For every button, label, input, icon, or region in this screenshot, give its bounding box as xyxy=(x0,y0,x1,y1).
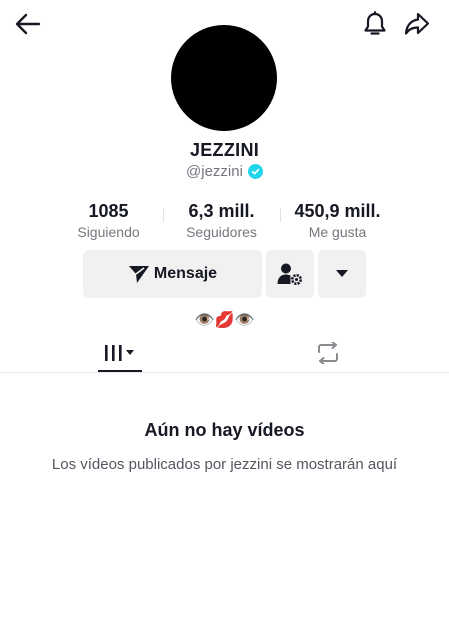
followers-label: Seguidores xyxy=(186,224,257,240)
empty-state-subtitle: Los vídeos publicados por jezzini se mos… xyxy=(51,456,398,473)
likes-label: Me gusta xyxy=(308,224,367,240)
user-settings-button[interactable] xyxy=(266,250,314,298)
notifications-button[interactable] xyxy=(357,6,393,42)
stat-divider xyxy=(279,208,281,222)
stat-following[interactable]: 1085 Siguiendo xyxy=(59,200,159,241)
share-button[interactable] xyxy=(399,6,435,42)
caret-down-icon xyxy=(336,270,348,277)
bell-icon xyxy=(364,11,386,35)
avatar[interactable] xyxy=(171,25,277,131)
videos-grid-icon xyxy=(105,345,134,361)
empty-state-title: Aún no hay vídeos xyxy=(144,420,305,440)
stat-likes[interactable]: 450,9 mill. Me gusta xyxy=(285,200,391,241)
stats-row: 1085 Siguiendo 6,3 mill. Seguidores 450,… xyxy=(0,200,449,241)
action-buttons: Mensaje xyxy=(0,250,449,298)
followers-count: 6,3 mill. xyxy=(188,201,255,221)
stat-followers[interactable]: 6,3 mill. Seguidores xyxy=(172,200,272,241)
username-handle: @jezzini xyxy=(186,163,243,180)
handle-row: @jezzini xyxy=(0,163,449,180)
active-tab-indicator xyxy=(98,370,142,372)
arrow-left-icon xyxy=(15,13,41,35)
following-label: Siguiendo xyxy=(77,224,140,240)
content-tabs xyxy=(0,333,449,373)
likes-count: 450,9 mill. xyxy=(294,201,381,221)
back-button[interactable] xyxy=(10,6,46,42)
bio-text: 👁️💋👁️ xyxy=(194,312,255,329)
following-count: 1085 xyxy=(88,201,129,221)
verified-badge-icon xyxy=(247,164,263,179)
more-options-button[interactable] xyxy=(318,250,366,298)
repost-icon xyxy=(318,342,338,364)
share-arrow-icon xyxy=(404,12,430,35)
user-gear-icon xyxy=(277,263,302,285)
display-name: JEZZINI xyxy=(189,140,260,160)
tab-reposts[interactable] xyxy=(310,333,346,373)
send-icon xyxy=(128,266,149,283)
tab-videos[interactable] xyxy=(98,333,142,373)
message-button-label: Mensaje xyxy=(153,265,218,282)
stat-divider xyxy=(162,208,164,222)
message-button[interactable]: Mensaje xyxy=(83,250,262,298)
